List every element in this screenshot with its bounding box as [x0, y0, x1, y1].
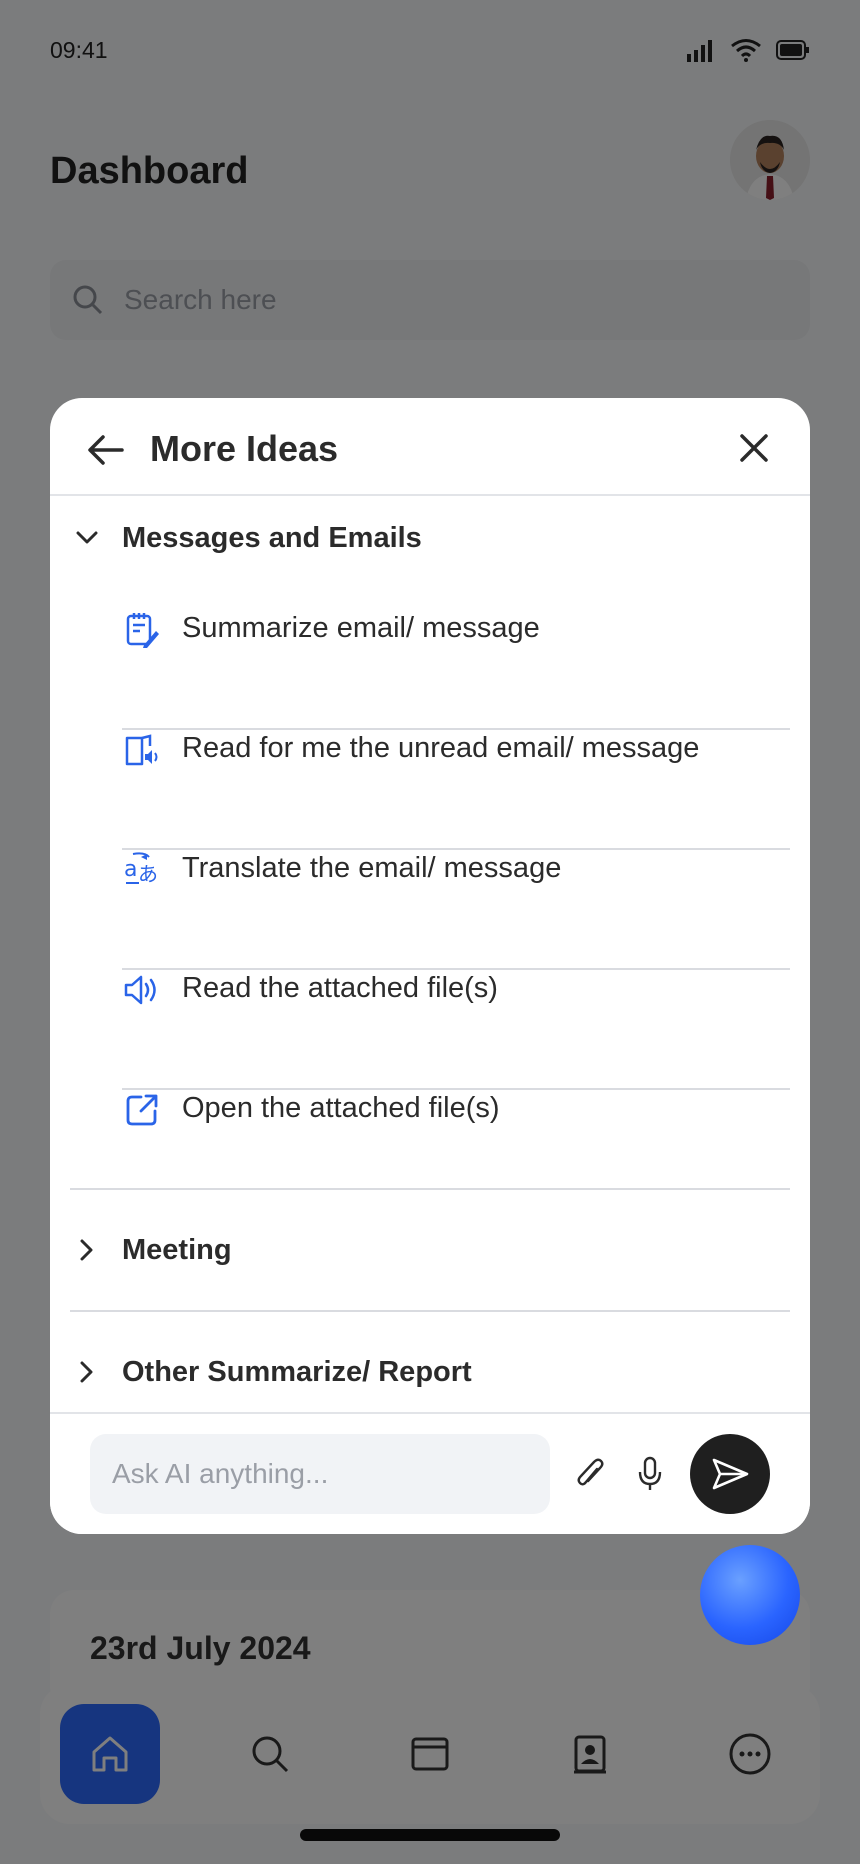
- ai-assistant-fab[interactable]: [700, 1545, 800, 1645]
- read-aloud-book-icon: [122, 730, 162, 770]
- attach-button[interactable]: [570, 1454, 610, 1494]
- modal-title: More Ideas: [150, 428, 339, 469]
- idea-translate[interactable]: aあ Translate the email/ message: [122, 850, 790, 970]
- microphone-icon: [638, 1456, 662, 1490]
- close-icon: [740, 434, 768, 462]
- mic-button[interactable]: [630, 1454, 670, 1494]
- idea-label: Read for me the unread email/ message: [182, 732, 700, 764]
- ask-ai-input[interactable]: [90, 1434, 550, 1514]
- chevron-right-icon: [72, 1235, 102, 1265]
- section-label: Meeting: [122, 1233, 232, 1266]
- chevron-down-icon: [72, 523, 102, 553]
- send-button[interactable]: [690, 1434, 770, 1514]
- section-label: Messages and Emails: [122, 521, 422, 554]
- more-ideas-modal: More Ideas Messages and Emails Summarize…: [50, 398, 810, 1534]
- section-label: Other Summarize/ Report: [122, 1355, 472, 1388]
- section-messages-emails[interactable]: Messages and Emails: [50, 508, 810, 568]
- idea-summarize-email[interactable]: Summarize email/ message: [122, 610, 790, 730]
- idea-label: Translate the email/ message: [182, 852, 562, 884]
- section-other-summarize-report[interactable]: Other Summarize/ Report: [50, 1342, 810, 1402]
- note-edit-icon: [122, 610, 162, 650]
- section-meeting[interactable]: Meeting: [50, 1220, 810, 1280]
- idea-open-attached[interactable]: Open the attached file(s): [122, 1090, 790, 1210]
- svg-text:あ: あ: [138, 862, 158, 886]
- chat-input-bar: [50, 1412, 810, 1534]
- idea-label: Summarize email/ message: [182, 612, 540, 644]
- section-divider: [70, 1310, 790, 1312]
- modal-header: More Ideas: [50, 398, 810, 496]
- arrow-left-icon: [88, 435, 124, 465]
- translate-icon: aあ: [122, 850, 162, 890]
- close-button[interactable]: [734, 428, 774, 468]
- chevron-right-icon: [72, 1357, 102, 1387]
- send-icon: [712, 1458, 749, 1490]
- idea-label: Read the attached file(s): [182, 972, 498, 1004]
- idea-label: Open the attached file(s): [182, 1092, 500, 1124]
- open-external-icon: [122, 1090, 162, 1130]
- idea-read-unread[interactable]: Read for me the unread email/ message: [122, 730, 790, 850]
- svg-text:a: a: [124, 857, 137, 882]
- back-button[interactable]: [86, 430, 126, 470]
- paperclip-icon: [577, 1458, 604, 1486]
- section-divider: [70, 1188, 790, 1190]
- idea-read-attached[interactable]: Read the attached file(s): [122, 970, 790, 1090]
- speaker-icon: [122, 970, 162, 1010]
